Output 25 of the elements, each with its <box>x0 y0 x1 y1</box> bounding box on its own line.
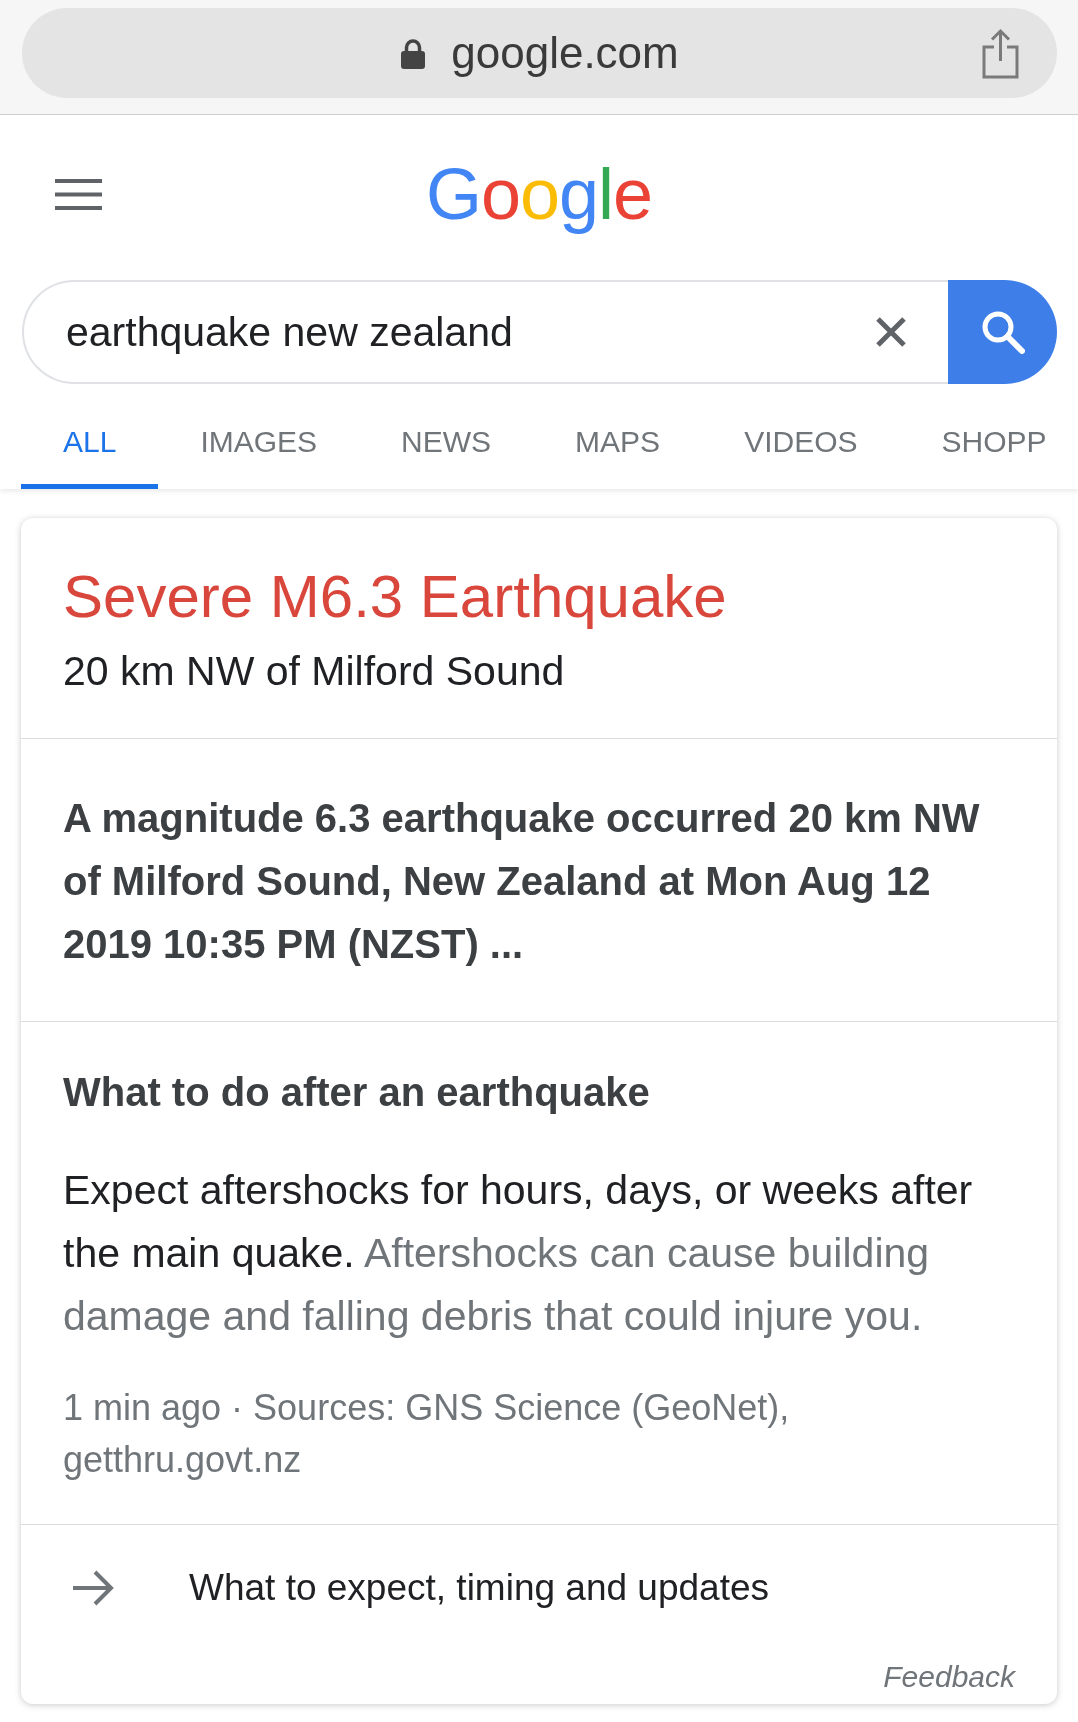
tab[interactable]: SHOPP <box>899 384 1078 489</box>
more-link[interactable]: What to expect, timing and updates <box>71 1563 769 1613</box>
share-icon[interactable] <box>980 27 1021 79</box>
search-field[interactable]: earthquake new zealand <box>22 280 948 384</box>
google-logo: Google <box>425 153 653 236</box>
search-button[interactable] <box>948 280 1057 384</box>
search-icon <box>980 310 1025 354</box>
summary-text: A magnitude 6.3 earthquake occurred 20 km NW of Milford Sound, New Zealand at Mon Aug 12 2019 10:35 PM (NZST) ... <box>63 795 981 968</box>
tab[interactable]: ALL <box>21 384 159 489</box>
location-text: 20 km NW of Milford Sound <box>63 647 566 696</box>
sources-text: 1 min ago · Sources: GNS Science (GeoNet), getthru.govt.nz <box>63 1386 791 1482</box>
tab[interactable]: VIDEOS <box>702 384 900 489</box>
menu-icon[interactable] <box>55 178 102 210</box>
alert-title: Severe M6.3 Earthquake <box>63 562 728 632</box>
url-text: google.com <box>451 27 679 79</box>
tab[interactable]: MAPS <box>533 384 703 489</box>
feedback-link[interactable]: Feedback <box>883 1659 1015 1695</box>
address-bar[interactable]: google.com <box>22 8 1057 98</box>
advice-text: Expect aftershocks for hours, days, or weeks after the main quake. Aftershocks can cause building damage and falling debris that could injure you. <box>63 1166 974 1341</box>
advice-heading: What to do after an earthquake <box>63 1069 651 1116</box>
tab[interactable]: IMAGES <box>158 384 360 489</box>
tab[interactable]: NEWS <box>359 384 534 489</box>
clear-icon[interactable] <box>875 316 907 348</box>
arrow-icon <box>71 1569 115 1607</box>
lock-icon <box>400 37 427 69</box>
